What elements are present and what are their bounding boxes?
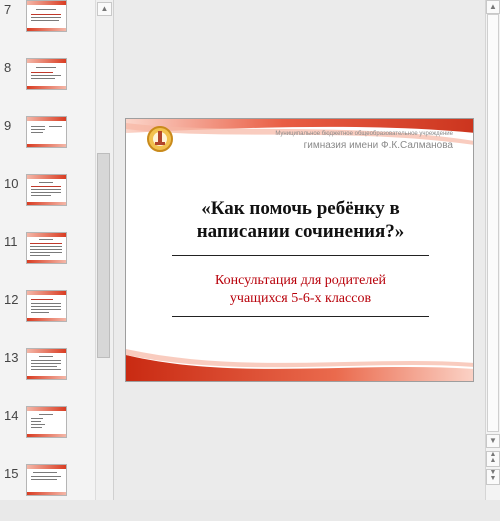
previous-slide-icon[interactable]: ▲ ▲	[486, 451, 500, 467]
title-line-1: «Как помочь ребёнку в	[201, 198, 400, 219]
scrollbar-thumb[interactable]	[487, 14, 499, 432]
divider-line	[172, 316, 429, 317]
slide-subtitle[interactable]: Консультация для родителей учащихся 5-6-…	[126, 272, 473, 308]
thumbnail-preview[interactable]	[26, 174, 67, 206]
slide-number: 7	[4, 2, 12, 17]
slide-number: 15	[4, 466, 19, 481]
subtitle-line-1: Консультация для родителей	[214, 273, 387, 288]
editor-scrollbar[interactable]: ▲ ▼ ▲ ▲ ▼ ▼	[485, 0, 500, 500]
slide-thumbnail[interactable]: 13	[0, 348, 95, 405]
current-slide[interactable]: Муниципальное бюджетное общеобразователь…	[125, 118, 474, 382]
thumbnail-preview[interactable]	[26, 406, 67, 438]
slide-number: 10	[4, 176, 19, 191]
slide-thumbnail[interactable]: 7	[0, 0, 95, 57]
title-line-2: написании сочинения?»	[196, 221, 405, 242]
slide-thumbnail[interactable]: 9	[0, 116, 95, 173]
scroll-down-icon[interactable]: ▼	[486, 434, 500, 448]
slide-thumbnail[interactable]: 11	[0, 232, 95, 289]
school-name-text: гимназия имени Ф.К.Салманова	[303, 140, 453, 151]
slide-thumbnail[interactable]: 10	[0, 174, 95, 231]
school-type-text: Муниципальное бюджетное общеобразователь…	[275, 131, 453, 137]
thumbnail-preview[interactable]	[26, 232, 67, 264]
next-slide-icon[interactable]: ▼ ▼	[486, 469, 500, 485]
slide-number: 12	[4, 292, 19, 307]
thumbnail-preview[interactable]	[26, 290, 67, 322]
thumbnail-preview[interactable]	[26, 464, 67, 496]
thumbnail-preview[interactable]	[26, 348, 67, 380]
thumbnail-preview[interactable]	[26, 0, 67, 32]
slide-number: 9	[4, 118, 12, 133]
thumbnail-preview[interactable]	[26, 116, 67, 148]
slide-number: 11	[4, 234, 18, 249]
scrollbar-thumb[interactable]	[97, 153, 110, 358]
slide-thumbnail[interactable]: 8	[0, 58, 95, 115]
scroll-up-icon[interactable]: ▲	[97, 2, 112, 16]
slide-thumbnail[interactable]: 14	[0, 406, 95, 463]
divider-line	[172, 255, 429, 256]
slide-number: 14	[4, 408, 19, 423]
slide-number: 8	[4, 60, 12, 75]
slide-thumbnail[interactable]: 12	[0, 290, 95, 347]
school-logo-icon	[147, 126, 173, 152]
slide-decoration	[126, 119, 473, 381]
scroll-up-icon[interactable]: ▲	[486, 0, 500, 14]
slide-thumbnail[interactable]: 15	[0, 464, 95, 521]
thumbnail-preview[interactable]	[26, 58, 67, 90]
subtitle-line-2: учащихся 5-6-х классов	[229, 291, 372, 306]
slide-number: 13	[4, 350, 19, 365]
thumbnail-scrollbar[interactable]: ▲	[95, 0, 114, 500]
slide-thumbnail-pane: 7 8 9 10 11 12 13 14 15	[0, 0, 95, 500]
slide-title[interactable]: «Как помочь ребёнку в написании сочинени…	[126, 197, 473, 243]
